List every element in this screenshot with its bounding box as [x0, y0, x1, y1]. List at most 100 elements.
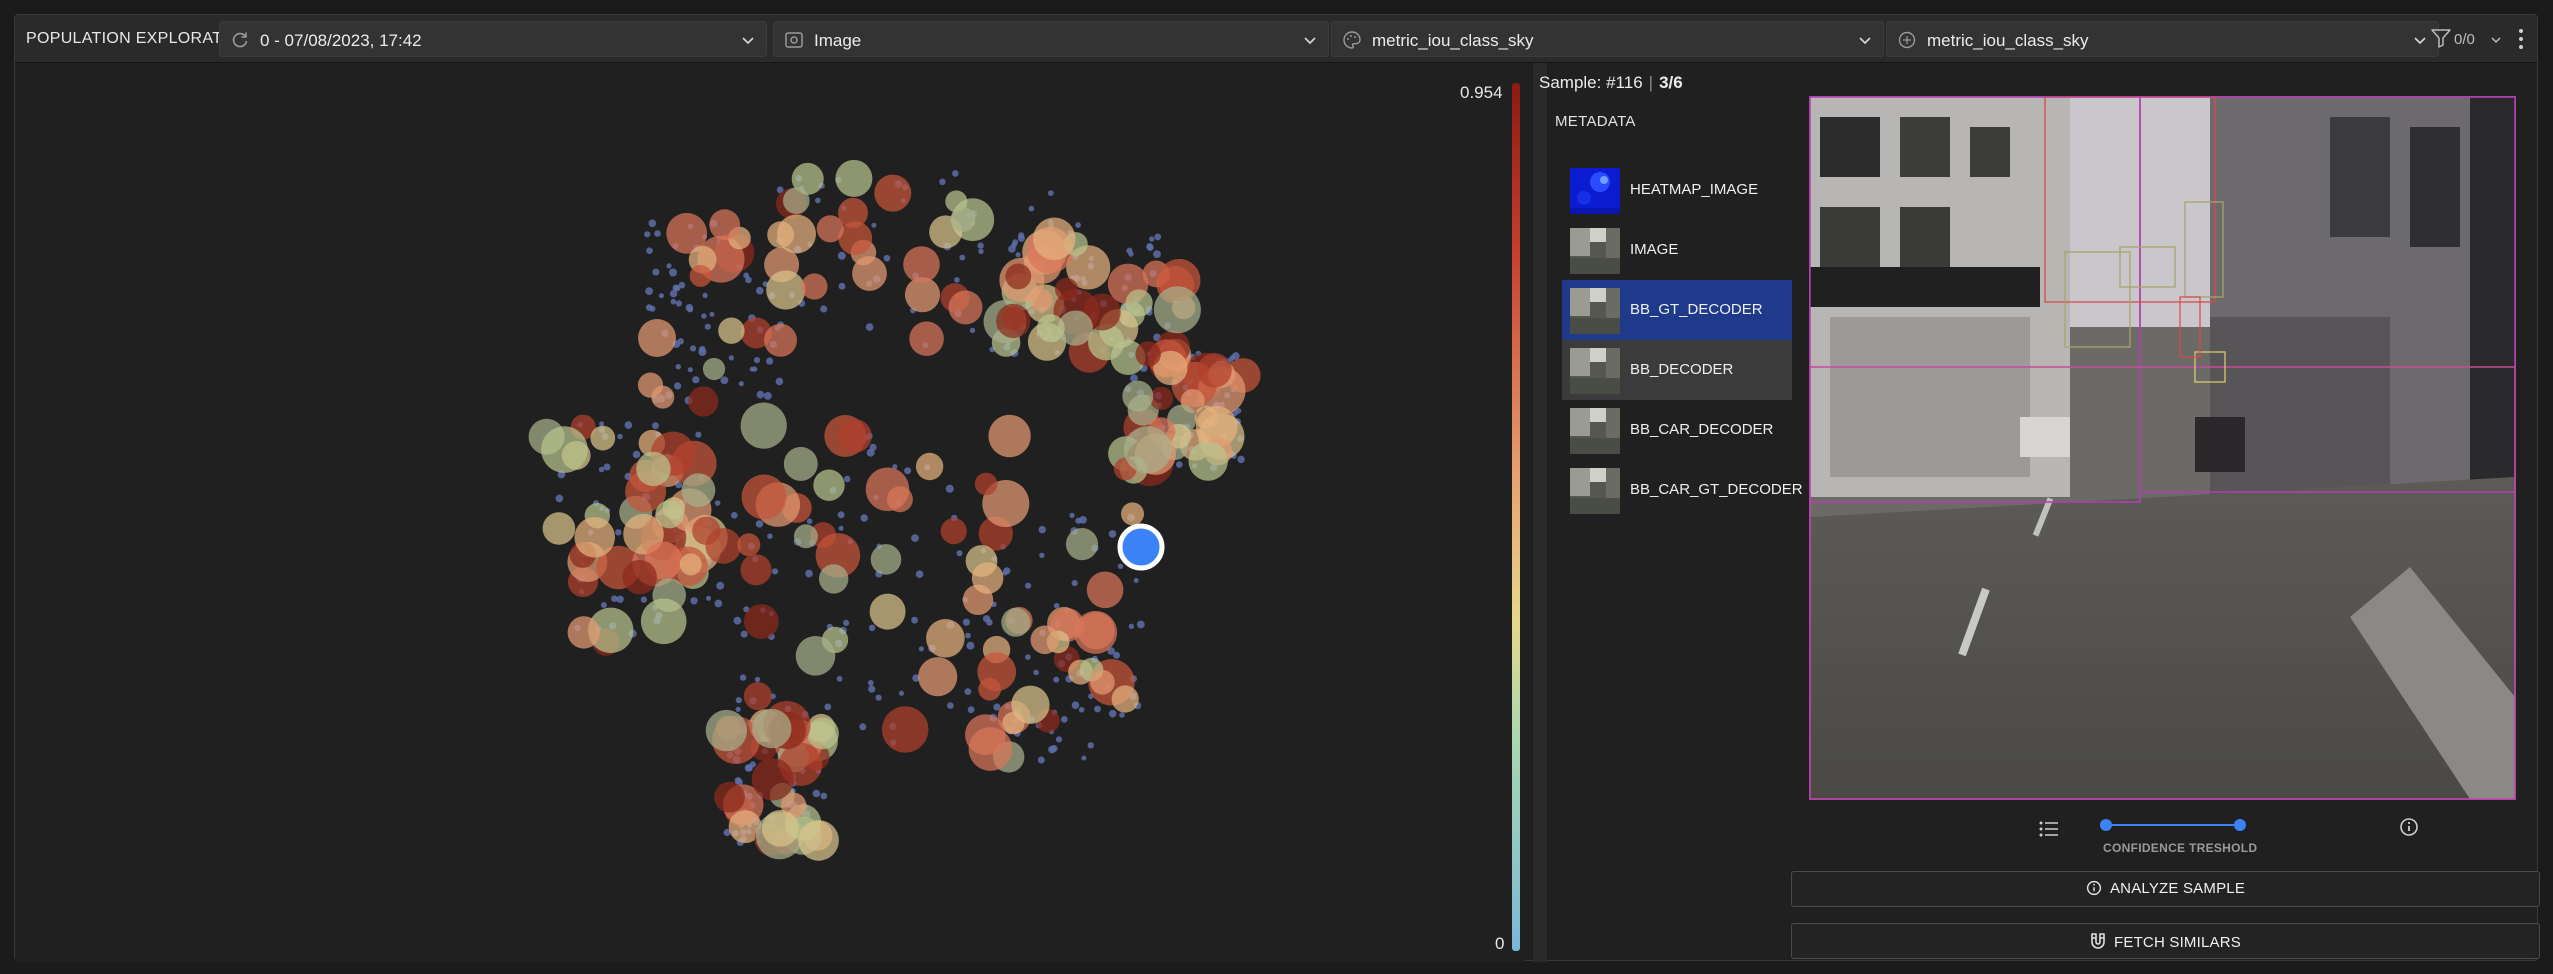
scatter-point[interactable]: [645, 287, 653, 295]
scatter-point[interactable]: [1232, 352, 1240, 360]
scatter-point[interactable]: [886, 486, 913, 513]
scatter-point[interactable]: [815, 197, 821, 204]
scatter-point[interactable]: [598, 466, 605, 473]
scatter-point[interactable]: [1125, 289, 1153, 317]
scatter-point[interactable]: [870, 544, 902, 575]
scatter-point[interactable]: [749, 761, 756, 768]
scatter-point[interactable]: [775, 377, 784, 386]
scatter-point[interactable]: [1135, 341, 1161, 367]
scatter-point[interactable]: [679, 553, 702, 576]
sample-image-viewer[interactable]: [1809, 96, 2516, 800]
scatter-point[interactable]: [1078, 707, 1085, 713]
scatter-point[interactable]: [755, 520, 764, 528]
scatter-point[interactable]: [982, 615, 991, 623]
scatter-point[interactable]: [1128, 623, 1135, 629]
scatter-point[interactable]: [1154, 233, 1162, 241]
scatter-point[interactable]: [969, 327, 976, 334]
scatter-point[interactable]: [690, 345, 697, 352]
scatter-point[interactable]: [1237, 455, 1245, 464]
scatter-point[interactable]: [704, 323, 711, 330]
color-metric-dropdown[interactable]: metric_iou_class_sky: [1331, 21, 1884, 57]
scatter-point[interactable]: [692, 376, 700, 384]
scatter-point[interactable]: [666, 263, 672, 269]
scatter-point[interactable]: [728, 355, 734, 361]
scatter-point[interactable]: [692, 516, 721, 545]
scatter-point[interactable]: [701, 313, 707, 319]
scatter-point[interactable]: [690, 597, 698, 605]
scatter-point[interactable]: [1069, 512, 1075, 519]
scatter-point[interactable]: [1090, 670, 1115, 695]
scatter-point[interactable]: [883, 254, 891, 262]
scatter-point[interactable]: [812, 789, 821, 798]
scatter-point[interactable]: [761, 810, 799, 847]
scatter-point[interactable]: [1015, 252, 1021, 258]
scatter-point[interactable]: [954, 277, 960, 283]
fetch-similars-button[interactable]: FETCH SIMILARS: [1791, 923, 2540, 959]
scatter-point[interactable]: [756, 390, 765, 399]
scatter-point[interactable]: [658, 293, 665, 299]
scatter-point[interactable]: [624, 421, 633, 429]
scatter-canvas[interactable]: [15, 63, 1515, 962]
scatter-point[interactable]: [965, 632, 971, 639]
scatter-point[interactable]: [1030, 289, 1053, 312]
scatter-point[interactable]: [1194, 405, 1218, 429]
scatter-point[interactable]: [805, 569, 813, 578]
scatter-point[interactable]: [734, 777, 742, 785]
confidence-threshold-slider[interactable]: [2100, 819, 2246, 831]
scatter-point[interactable]: [978, 248, 984, 255]
scatter-point[interactable]: [974, 472, 998, 496]
scatter-point[interactable]: [835, 159, 873, 197]
scatter-point[interactable]: [1146, 243, 1154, 251]
scatter-point[interactable]: [971, 562, 1004, 594]
info-icon[interactable]: [2399, 817, 2419, 837]
scatter-point[interactable]: [1122, 380, 1154, 412]
scatter-point[interactable]: [1053, 676, 1060, 683]
scatter-point[interactable]: [599, 421, 605, 427]
scatter-point[interactable]: [1176, 461, 1183, 468]
scatter-point[interactable]: [966, 641, 975, 650]
scatter-point[interactable]: [967, 706, 975, 714]
scatter-point[interactable]: [689, 264, 712, 287]
scatter-point[interactable]: [838, 525, 844, 531]
scatter-point[interactable]: [1149, 236, 1155, 242]
scatter-point[interactable]: [915, 452, 944, 481]
scatter-point[interactable]: [714, 599, 723, 608]
scatter-point[interactable]: [783, 187, 810, 214]
scatter-point[interactable]: [716, 581, 725, 590]
selected-sample-marker[interactable]: [1117, 523, 1165, 571]
scatter-point[interactable]: [644, 231, 651, 238]
scatter-point[interactable]: [926, 619, 965, 658]
scatter-point[interactable]: [1119, 712, 1125, 718]
scatter-point[interactable]: [813, 469, 845, 501]
scatter-point[interactable]: [1094, 705, 1101, 713]
scatter-point[interactable]: [1111, 685, 1139, 713]
scatter-point[interactable]: [1075, 222, 1081, 228]
scatter-point[interactable]: [783, 446, 818, 481]
scatter-point[interactable]: [838, 197, 868, 228]
population-scatter-plot[interactable]: 0.954 0: [15, 63, 1525, 962]
scatter-point[interactable]: [945, 484, 954, 493]
scatter-point[interactable]: [798, 820, 839, 861]
scatter-point[interactable]: [741, 474, 787, 520]
scatter-point[interactable]: [714, 500, 721, 506]
scatter-point[interactable]: [1011, 242, 1017, 248]
scatter-point[interactable]: [735, 697, 742, 704]
scatter-point[interactable]: [1047, 190, 1054, 196]
scatter-point[interactable]: [965, 714, 1006, 756]
scatter-point[interactable]: [1136, 620, 1145, 629]
scatter-point[interactable]: [681, 473, 716, 507]
scatter-point[interactable]: [685, 303, 694, 312]
scatter-point[interactable]: [843, 619, 850, 627]
scatter-point[interactable]: [819, 564, 849, 594]
scatter-point[interactable]: [674, 285, 681, 292]
visualizer-item-bb-gt-decoder[interactable]: BB_GT_DECODER: [1562, 280, 1792, 340]
scatter-point[interactable]: [603, 463, 611, 471]
more-options-icon[interactable]: [2512, 25, 2530, 53]
scatter-point[interactable]: [874, 174, 912, 212]
scatter-point[interactable]: [637, 372, 664, 398]
scatter-point[interactable]: [903, 246, 940, 283]
scatter-point[interactable]: [652, 422, 659, 430]
scatter-point[interactable]: [939, 178, 946, 185]
scatter-point[interactable]: [706, 595, 711, 601]
scatter-point[interactable]: [904, 467, 912, 475]
